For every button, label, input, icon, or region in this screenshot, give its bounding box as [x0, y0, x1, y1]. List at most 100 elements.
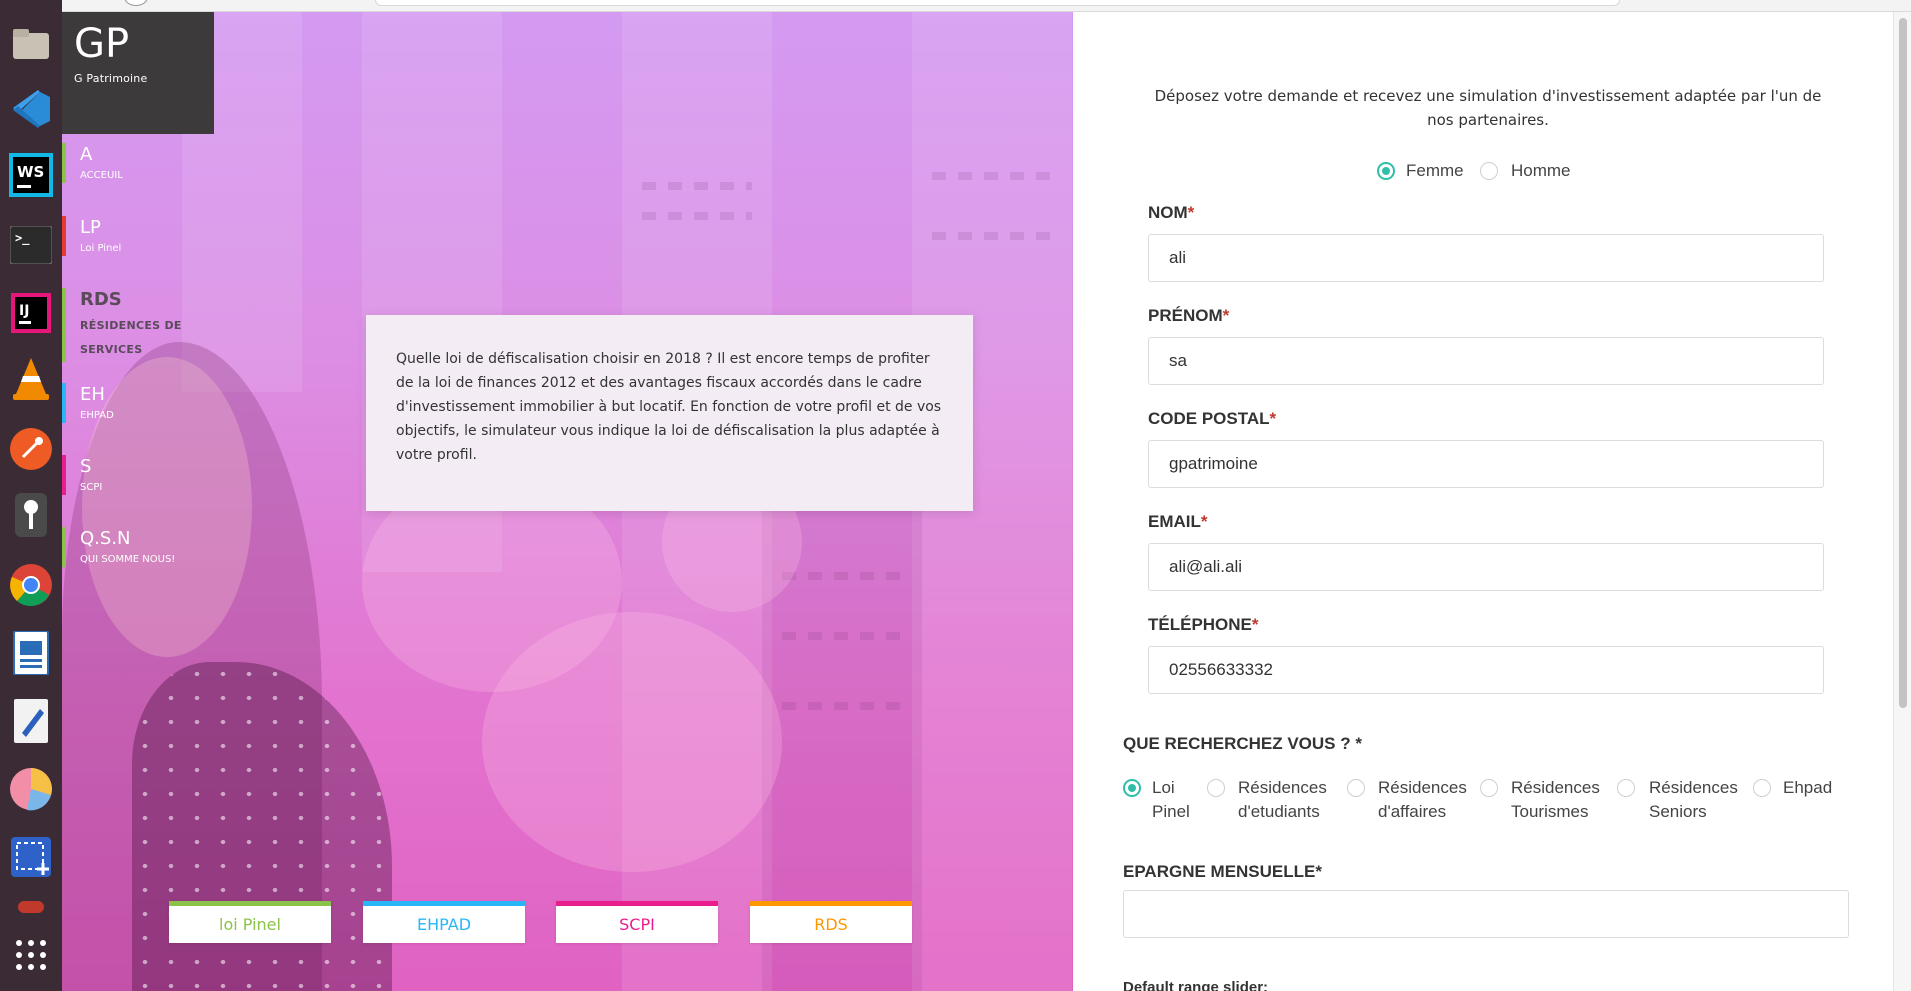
- building-windows: [782, 632, 902, 640]
- option-line: Seniors: [1649, 802, 1707, 821]
- gitkraken-app-icon[interactable]: [6, 490, 56, 540]
- option-residences-etudiants-label[interactable]: Résidences d'etudiants: [1238, 776, 1327, 824]
- disk-usage-app-icon[interactable]: [6, 764, 56, 814]
- vscode-app-icon[interactable]: [6, 84, 56, 134]
- sidebar-item-label: QUI SOMME NOUS!: [80, 554, 176, 565]
- terminal-app-icon[interactable]: >_: [6, 220, 56, 270]
- info-card: Quelle loi de défiscalisation choisir en…: [366, 315, 973, 511]
- brand-logo[interactable]: GP G Patrimoine: [62, 12, 214, 134]
- text-editor-app-icon[interactable]: [6, 696, 56, 746]
- building-windows: [932, 232, 1052, 240]
- required-mark: *: [1187, 203, 1195, 222]
- epargne-label: EPARGNE MENSUELLE*: [1123, 862, 1322, 881]
- sidebar-item-label: EHPAD: [80, 410, 114, 421]
- postman-app-icon[interactable]: [6, 424, 56, 474]
- email-input[interactable]: [1148, 543, 1824, 591]
- option-residences-affaires-radio[interactable]: [1347, 779, 1365, 797]
- search-question-label: QUE RECHERCHEZ VOUS ? *: [1123, 734, 1362, 753]
- sidebar-item-ehpad[interactable]: EH EHPAD: [62, 383, 192, 423]
- sidebar-item-label: RÉSIDENCES DE SERVICES: [80, 319, 182, 356]
- option-residences-seniors-radio[interactable]: [1617, 779, 1635, 797]
- sidebar-item-acceuil[interactable]: A ACCEUIL: [62, 143, 192, 183]
- option-residences-tourismes-label[interactable]: Résidences Tourismes: [1511, 776, 1600, 824]
- gender-homme-label[interactable]: Homme: [1511, 159, 1571, 183]
- gender-femme-radio[interactable]: [1377, 162, 1395, 180]
- code-postal-label: CODE POSTAL*: [1148, 409, 1276, 429]
- required-mark: *: [1251, 615, 1259, 634]
- sidebar-item-abbr: RDS: [80, 289, 122, 310]
- simulation-form-panel: [1073, 12, 1893, 991]
- writer-app-icon[interactable]: [6, 628, 56, 678]
- screenshot-app-icon[interactable]: [6, 832, 56, 882]
- option-residences-affaires-label[interactable]: Résidences d'affaires: [1378, 776, 1467, 824]
- form-intro: Déposez votre demande et recevez une sim…: [1154, 87, 1822, 129]
- loi-pinel-button[interactable]: loi Pinel: [169, 901, 331, 943]
- gender-homme-radio[interactable]: [1480, 162, 1498, 180]
- required-mark: *: [1269, 409, 1277, 428]
- nom-label: NOM*: [1148, 203, 1194, 223]
- reload-icon[interactable]: [124, 0, 148, 6]
- address-bar[interactable]: [375, 0, 1620, 6]
- os-dock: WS >_ IJ: [0, 0, 62, 991]
- trash-app-icon[interactable]: [6, 900, 56, 914]
- prenom-label-text: PRÉNOM: [1148, 306, 1223, 325]
- telephone-input[interactable]: [1148, 646, 1824, 694]
- scrollbar-thumb[interactable]: [1899, 18, 1907, 708]
- building-windows: [782, 572, 902, 580]
- option-loi-pinel-label[interactable]: Loi Pinel: [1152, 776, 1190, 824]
- intellij-app-icon[interactable]: IJ: [6, 288, 56, 338]
- option-ehpad-radio[interactable]: [1753, 779, 1771, 797]
- tree-shape: [482, 612, 782, 872]
- nom-label-text: NOM: [1148, 203, 1188, 222]
- email-label: EMAIL*: [1148, 512, 1208, 532]
- code-postal-input[interactable]: [1148, 440, 1824, 488]
- sidebar-item-residences-de-services[interactable]: RDS RÉSIDENCES DE SERVICES: [62, 288, 192, 362]
- scrollbar[interactable]: [1893, 12, 1911, 991]
- sidebar-item-qui-somme-nous[interactable]: Q.S.N QUI SOMME NOUS!: [62, 527, 192, 567]
- option-line: Résidences: [1511, 778, 1600, 797]
- option-line: Pinel: [1152, 802, 1190, 821]
- files-app-icon[interactable]: [6, 18, 56, 68]
- option-line: Résidences: [1378, 778, 1467, 797]
- vlc-app-icon[interactable]: [6, 354, 56, 404]
- gender-femme-label[interactable]: Femme: [1406, 159, 1464, 183]
- option-line: Résidences: [1649, 778, 1738, 797]
- nom-input[interactable]: [1148, 234, 1824, 282]
- prenom-input[interactable]: [1148, 337, 1824, 385]
- option-line: Résidences: [1238, 778, 1327, 797]
- option-line: Loi: [1152, 778, 1175, 797]
- option-loi-pinel-radio[interactable]: [1123, 779, 1141, 797]
- sidebar-item-label: ACCEUIL: [80, 170, 123, 181]
- sidebar-item-label: Loi Pinel: [80, 243, 122, 254]
- sidebar-item-abbr: LP: [80, 217, 101, 238]
- sidebar-item-loi-pinel[interactable]: LP Loi Pinel: [62, 216, 192, 256]
- ehpad-button[interactable]: EHPAD: [363, 901, 525, 943]
- option-line: Ehpad: [1783, 778, 1833, 797]
- option-residences-tourismes-radio[interactable]: [1480, 779, 1498, 797]
- sidebar-item-abbr: Q.S.N: [80, 528, 131, 549]
- option-residences-etudiants-radio[interactable]: [1207, 779, 1225, 797]
- webstorm-app-icon[interactable]: WS: [6, 150, 56, 200]
- building-windows: [782, 702, 902, 710]
- sidebar-item-scpi[interactable]: S SCPI: [62, 455, 192, 495]
- sidebar-item-label: SCPI: [80, 482, 103, 493]
- sidebar-item-abbr: EH: [80, 384, 105, 405]
- prenom-label: PRÉNOM*: [1148, 306, 1229, 326]
- scpi-button[interactable]: SCPI: [556, 901, 718, 943]
- sidebar-item-abbr: S: [80, 456, 92, 477]
- option-line: Tourismes: [1511, 802, 1589, 821]
- chrome-app-icon[interactable]: [6, 560, 56, 610]
- option-ehpad-label[interactable]: Ehpad: [1783, 776, 1832, 800]
- code-postal-label-text: CODE POSTAL: [1148, 409, 1270, 428]
- option-line: d'etudiants: [1238, 802, 1320, 821]
- option-residences-seniors-label[interactable]: Résidences Seniors: [1649, 776, 1738, 824]
- brand-name: G Patrimoine: [74, 72, 148, 85]
- info-text: Quelle loi de défiscalisation choisir en…: [396, 351, 942, 463]
- telephone-label: TÉLÉPHONE*: [1148, 615, 1259, 635]
- app-grid-icon[interactable]: [6, 930, 56, 980]
- telephone-label-text: TÉLÉPHONE: [1148, 615, 1252, 634]
- slider-label: Default range slider:: [1123, 979, 1269, 991]
- rds-button[interactable]: RDS: [750, 901, 912, 943]
- browser-toolbar: [62, 0, 1911, 12]
- epargne-input[interactable]: [1123, 890, 1849, 938]
